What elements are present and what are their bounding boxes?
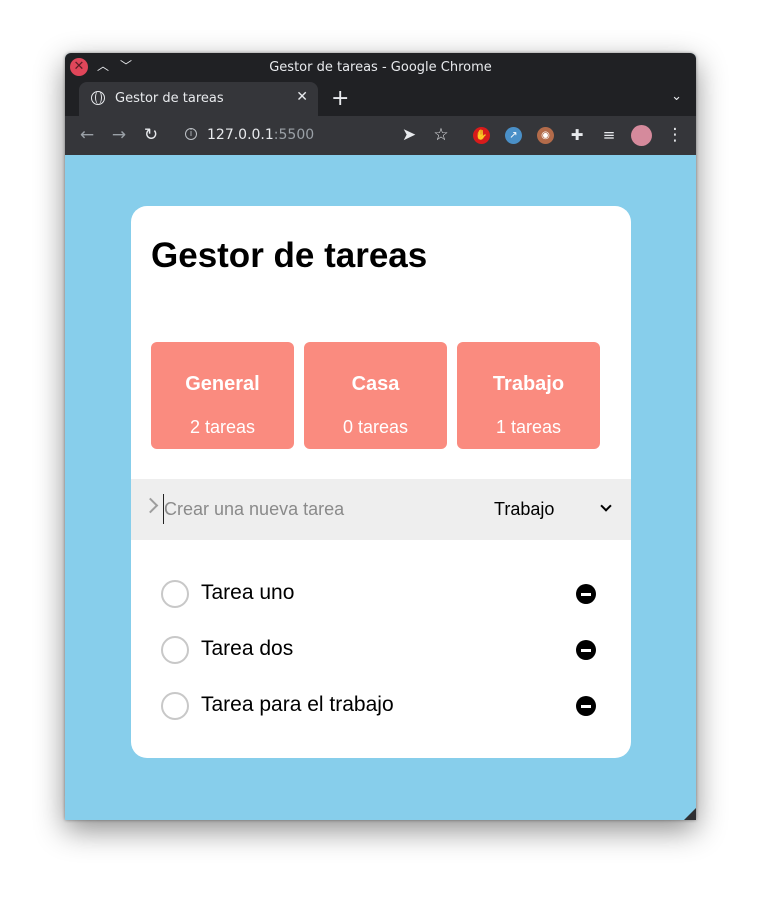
category-name: Casa: [351, 373, 400, 395]
task-item: Tarea para el trabajo: [161, 692, 601, 722]
media-queue-icon[interactable]: ≡: [599, 125, 619, 145]
send-icon[interactable]: ➤: [399, 125, 419, 145]
tab-title: Gestor de tareas: [115, 91, 224, 106]
globe-icon: [91, 91, 105, 105]
browser-window: ✕ ︿ ﹀ Gestor de tareas - Google Chrome G…: [65, 53, 696, 820]
remove-circle-icon[interactable]: [576, 640, 596, 660]
menu-kebab-icon[interactable]: ⋮: [665, 125, 685, 145]
browser-toolbar: ← → ↻ i 127.0.0.1:5500 ➤ ☆ ✋ ↗ ◉ ✚ ≡ ⋮: [65, 116, 696, 155]
site-info-icon[interactable]: i: [185, 128, 197, 140]
owl-extension-icon[interactable]: ◉: [537, 127, 554, 144]
title-bar: ✕ ︿ ﹀ Gestor de tareas - Google Chrome: [65, 53, 696, 82]
bookmark-star-icon[interactable]: ☆: [431, 125, 451, 145]
task-label: Tarea uno: [201, 581, 295, 604]
category-count: 0 tareas: [342, 417, 409, 437]
category-count: 2 tareas: [189, 417, 256, 437]
profile-avatar-icon[interactable]: [631, 125, 652, 146]
task-label: Tarea dos: [201, 637, 294, 660]
address-bar[interactable]: 127.0.0.1:5500: [207, 127, 314, 143]
remove-circle-icon[interactable]: [576, 584, 596, 604]
new-task-row: Trabajo: [131, 479, 631, 540]
category-name: Trabajo: [492, 373, 565, 395]
page-title: Gestor de tareas: [151, 236, 428, 275]
page-content: Gestor de tareas General 2 tareas Casa 0…: [65, 155, 696, 820]
chevron-right-icon: [142, 497, 159, 514]
task-checkbox[interactable]: [161, 692, 189, 720]
task-item: Tarea dos: [161, 636, 601, 666]
tab-close-icon[interactable]: ✕: [296, 89, 308, 105]
extensions-puzzle-icon[interactable]: ✚: [567, 125, 587, 145]
category-name: General: [185, 373, 260, 395]
tab-search-chevron-icon[interactable]: ⌄: [671, 89, 682, 104]
new-task-input[interactable]: [163, 494, 464, 524]
task-manager-card: Gestor de tareas General 2 tareas Casa 0…: [131, 206, 631, 758]
task-item: Tarea uno: [161, 580, 601, 610]
block-extension-icon[interactable]: ✋: [473, 127, 490, 144]
url-port: :5500: [273, 127, 315, 143]
compass-extension-icon[interactable]: ↗: [505, 127, 522, 144]
tab-strip: Gestor de tareas ✕ + ⌄: [65, 82, 696, 116]
task-checkbox[interactable]: [161, 636, 189, 664]
resize-grip-icon[interactable]: [684, 808, 696, 820]
window-title: Gestor de tareas - Google Chrome: [269, 60, 492, 75]
tab-gestor[interactable]: Gestor de tareas ✕: [79, 82, 318, 116]
task-checkbox[interactable]: [161, 580, 189, 608]
category-count: 1 tareas: [495, 417, 562, 437]
category-select[interactable]: Trabajo: [494, 498, 622, 522]
url-host: 127.0.0.1: [207, 127, 274, 143]
category-card-trabajo[interactable]: Trabajo 1 tareas: [457, 342, 600, 449]
forward-icon[interactable]: →: [109, 125, 129, 145]
reload-icon[interactable]: ↻: [141, 125, 161, 145]
category-select-value: Trabajo: [494, 499, 555, 519]
back-icon[interactable]: ←: [77, 125, 97, 145]
remove-circle-icon[interactable]: [576, 696, 596, 716]
task-label: Tarea para el trabajo: [201, 693, 394, 716]
new-tab-icon[interactable]: +: [331, 86, 349, 112]
chevron-down-icon: [600, 500, 612, 512]
category-card-casa[interactable]: Casa 0 tareas: [304, 342, 447, 449]
category-card-general[interactable]: General 2 tareas: [151, 342, 294, 449]
